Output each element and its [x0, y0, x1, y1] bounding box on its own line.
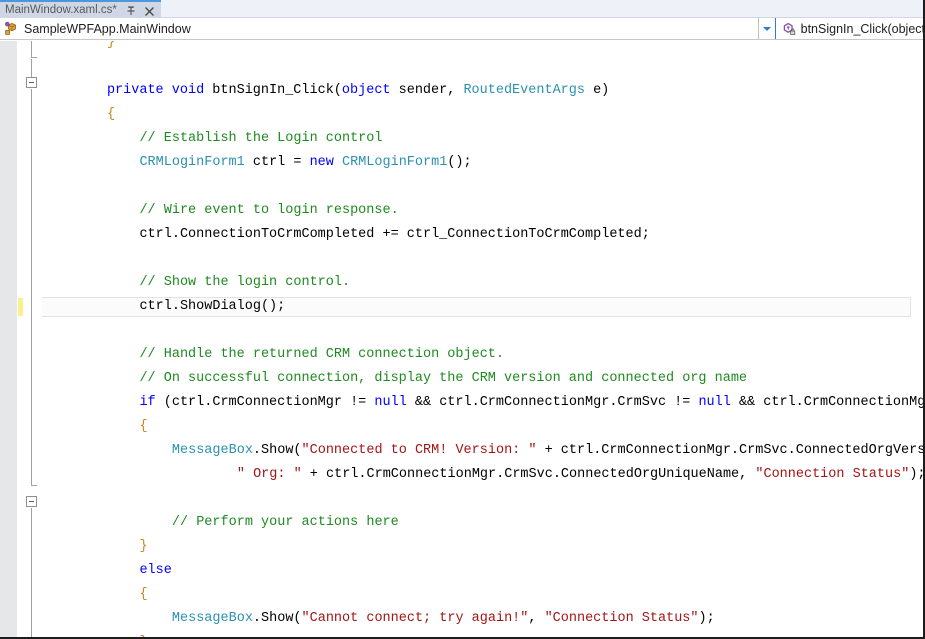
document-tab-strip: MainWindow.xaml.cs*: [0, 0, 923, 18]
code-line[interactable]: // Establish the Login control: [139, 127, 382, 151]
class-dropdown-label: SampleWPFApp.MainWindow: [24, 21, 191, 36]
code-token: && ctrl.CrmConnectionMgr.CrmSvc.IsReady): [738, 395, 925, 410]
code-token: "Connection Status": [755, 467, 910, 482]
collapse-region-button[interactable]: [26, 77, 37, 88]
code-token: "Cannot connect; try again!": [301, 611, 529, 626]
code-token: // Establish the Login control: [139, 131, 383, 146]
code-line[interactable]: // Perform your actions here: [172, 511, 399, 535]
code-token: ctrl =: [244, 155, 310, 170]
code-token: (ctrl.CrmConnectionMgr !=: [155, 395, 375, 410]
code-token: {: [139, 587, 148, 602]
code-line[interactable]: {: [107, 103, 115, 127]
code-token: CRMLoginForm1: [342, 155, 448, 170]
code-token: }: [139, 539, 148, 554]
code-token: );: [698, 611, 715, 626]
class-icon: [4, 21, 20, 37]
code-line[interactable]: }: [139, 631, 147, 637]
code-line[interactable]: // Show the login control.: [139, 271, 350, 295]
collapse-region-button[interactable]: [26, 496, 37, 507]
code-token: MessageBox: [171, 443, 253, 458]
code-token: MessageBox: [171, 611, 253, 626]
code-line[interactable]: MessageBox.Show("Cannot connect; try aga…: [172, 607, 715, 631]
method-dropdown-label: btnSignIn_Click(object: [800, 21, 925, 36]
code-token: object: [341, 83, 391, 98]
pin-icon[interactable]: [126, 4, 137, 16]
type-dropdown[interactable]: SampleWPFApp.MainWindow: [0, 18, 758, 39]
code-line[interactable]: ctrl.ConnectionToCrmCompleted += ctrl_Co…: [139, 223, 649, 247]
code-token: // Handle the returned CRM connection ob…: [139, 347, 504, 362]
outlining-tick: [31, 485, 37, 486]
change-bar-marker: [18, 298, 23, 316]
code-token: }: [106, 41, 116, 50]
document-tab-label: MainWindow.xaml.cs*: [5, 4, 117, 16]
document-tab-mainwindow-xaml-cs[interactable]: MainWindow.xaml.cs*: [0, 0, 161, 18]
code-line[interactable]: // On successful connection, display the…: [139, 367, 747, 391]
navigation-bar: SampleWPFApp.MainWindow btnSignIn_Click(…: [0, 18, 925, 40]
code-token: "Connected to CRM! Version: ": [301, 443, 537, 458]
code-token: RoutedEventArgs: [463, 83, 585, 98]
code-line[interactable]: {: [139, 415, 147, 439]
code-token: btnSignIn_Click(: [204, 83, 342, 98]
code-line[interactable]: else: [139, 559, 171, 583]
code-line[interactable]: CRMLoginForm1 ctrl = new CRMLoginForm1()…: [139, 151, 471, 175]
code-token: ctrl.ConnectionToCrmCompleted += ctrl_Co…: [139, 227, 650, 242]
outlining-margin[interactable]: [17, 41, 42, 637]
code-line[interactable]: }: [139, 535, 147, 559]
code-token: new: [309, 155, 334, 170]
member-dropdown[interactable]: btnSignIn_Click(object: [757, 18, 925, 39]
code-token: + ctrl.CrmConnectionMgr.CrmSvc.Connected…: [544, 443, 925, 458]
chevron-down-icon[interactable]: [759, 18, 776, 39]
outlining-tick: [31, 57, 37, 58]
code-token: null: [698, 395, 731, 410]
code-token: if: [139, 395, 156, 410]
code-token: && ctrl.CrmConnectionMgr.CrmSvc !=: [406, 395, 699, 410]
code-line[interactable]: {: [139, 583, 147, 607]
method-private-icon: [781, 21, 797, 37]
code-line[interactable]: // Wire event to login response.: [139, 199, 398, 223]
code-token: + ctrl.CrmConnectionMgr.CrmSvc.Connected…: [301, 467, 756, 482]
code-token: sender,: [390, 83, 464, 98]
code-editor-surface[interactable]: } private void btnSignIn_Click(object sen…: [0, 41, 925, 637]
outlining-guide: [31, 508, 32, 637]
code-token: CRMLoginForm1: [139, 155, 245, 170]
code-token: void: [171, 83, 205, 98]
code-line[interactable]: " Org: " + ctrl.CrmConnectionMgr.CrmSvc.…: [236, 463, 925, 487]
code-token: ctrl.ShowDialog();: [139, 299, 286, 314]
code-token: e): [584, 83, 610, 98]
code-line[interactable]: MessageBox.Show("Connected to CRM! Versi…: [171, 439, 925, 463]
code-token: );: [909, 467, 925, 482]
code-token: .Show(: [252, 611, 302, 626]
code-token: {: [106, 107, 116, 122]
code-token: private: [106, 83, 164, 98]
code-token: null: [374, 395, 407, 410]
code-token: " Org: ": [236, 467, 302, 482]
code-token: }: [139, 635, 147, 637]
code-line[interactable]: // Handle the returned CRM connection ob…: [139, 343, 504, 367]
outlining-guide: [31, 89, 32, 485]
code-line[interactable]: private void btnSignIn_Click(object send…: [107, 79, 609, 103]
code-text-area[interactable]: } private void btnSignIn_Click(object sen…: [42, 41, 925, 637]
code-token: ,: [528, 611, 545, 626]
code-token: // Show the login control.: [139, 275, 351, 290]
code-token: // Wire event to login response.: [139, 203, 399, 218]
code-token: "Connection Status": [544, 611, 699, 626]
indicator-margin[interactable]: [0, 41, 17, 637]
code-line[interactable]: }: [107, 41, 115, 55]
outlining-guide: [31, 59, 32, 77]
code-token: {: [139, 419, 148, 434]
code-token: // On successful connection, display the…: [139, 371, 748, 386]
code-token: .Show(: [252, 443, 302, 458]
code-token: else: [139, 563, 172, 578]
code-token: // Perform your actions here: [171, 515, 399, 530]
code-line[interactable]: if (ctrl.CrmConnectionMgr != null && ctr…: [139, 391, 925, 415]
outlining-guide: [31, 41, 32, 57]
close-icon[interactable]: [144, 4, 155, 16]
code-line[interactable]: ctrl.ShowDialog();: [139, 295, 285, 319]
code-token: ();: [447, 155, 472, 170]
visual-studio-editor-window: MainWindow.xaml.cs* SampleWPFApp.MainWin…: [0, 0, 925, 639]
